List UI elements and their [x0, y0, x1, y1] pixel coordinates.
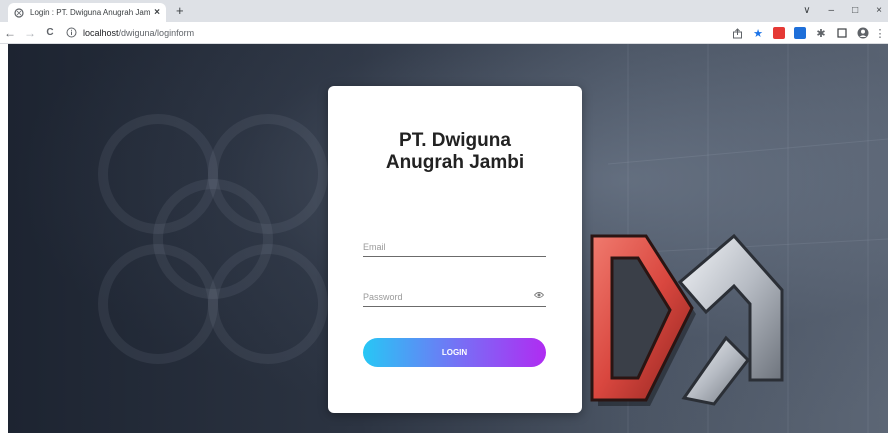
info-icon[interactable]: [66, 27, 77, 38]
tab-strip: Login : PT. Dwiguna Anugrah Jam × + ∨ – …: [0, 0, 888, 22]
sidebar-icon[interactable]: [836, 27, 848, 39]
tab-title: Login : PT. Dwiguna Anugrah Jam: [30, 8, 151, 17]
forward-icon[interactable]: →: [20, 26, 40, 40]
address-bar[interactable]: localhost/dwiguna/loginform: [66, 24, 194, 42]
eye-icon[interactable]: [534, 291, 544, 299]
login-button[interactable]: LOGIN: [363, 338, 546, 367]
new-tab-button[interactable]: +: [176, 3, 184, 19]
email-input[interactable]: [363, 238, 546, 252]
browser-toolbar: ← → C localhost/dwiguna/loginform ★ ✱ ⋮: [0, 22, 888, 44]
password-input[interactable]: [363, 288, 546, 302]
email-field: [363, 237, 546, 257]
url-path: /dwiguna/loginform: [118, 27, 195, 38]
login-card: PT. Dwiguna Anugrah Jambi LOGIN: [328, 86, 582, 413]
share-icon[interactable]: [731, 27, 743, 39]
bookmark-star-icon[interactable]: ★: [752, 27, 764, 40]
window-controls: ∨ – □ ×: [803, 3, 882, 19]
puzzle-icon[interactable]: ✱: [815, 27, 827, 40]
url-text: localhost/dwiguna/loginform: [83, 28, 194, 38]
globe-icon: [14, 7, 24, 18]
extension-red-icon[interactable]: [773, 27, 785, 39]
close-window-icon[interactable]: ×: [876, 3, 882, 19]
company-logo: [590, 233, 784, 406]
maximize-icon[interactable]: □: [852, 3, 858, 19]
minimize-icon[interactable]: –: [829, 3, 835, 19]
tab-search-icon[interactable]: ∨: [803, 3, 810, 19]
tab-close-icon[interactable]: ×: [154, 7, 160, 18]
reload-icon[interactable]: C: [40, 27, 60, 38]
back-icon[interactable]: ←: [0, 26, 20, 40]
menu-icon[interactable]: ⋮: [875, 27, 886, 40]
extension-blue-icon[interactable]: [794, 27, 806, 39]
url-host: localhost: [83, 27, 119, 38]
profile-icon[interactable]: [857, 27, 869, 39]
extension-area: ★ ✱ ⋮: [731, 25, 886, 41]
company-title: PT. Dwiguna Anugrah Jambi: [328, 130, 582, 174]
company-title-line2: Anugrah Jambi: [385, 152, 525, 173]
password-field: [363, 287, 546, 307]
page-viewport: PT. Dwiguna Anugrah Jambi LOGIN: [8, 44, 888, 433]
company-title-line1: PT. Dwiguna: [399, 130, 511, 151]
browser-tab[interactable]: Login : PT. Dwiguna Anugrah Jam ×: [8, 3, 166, 22]
